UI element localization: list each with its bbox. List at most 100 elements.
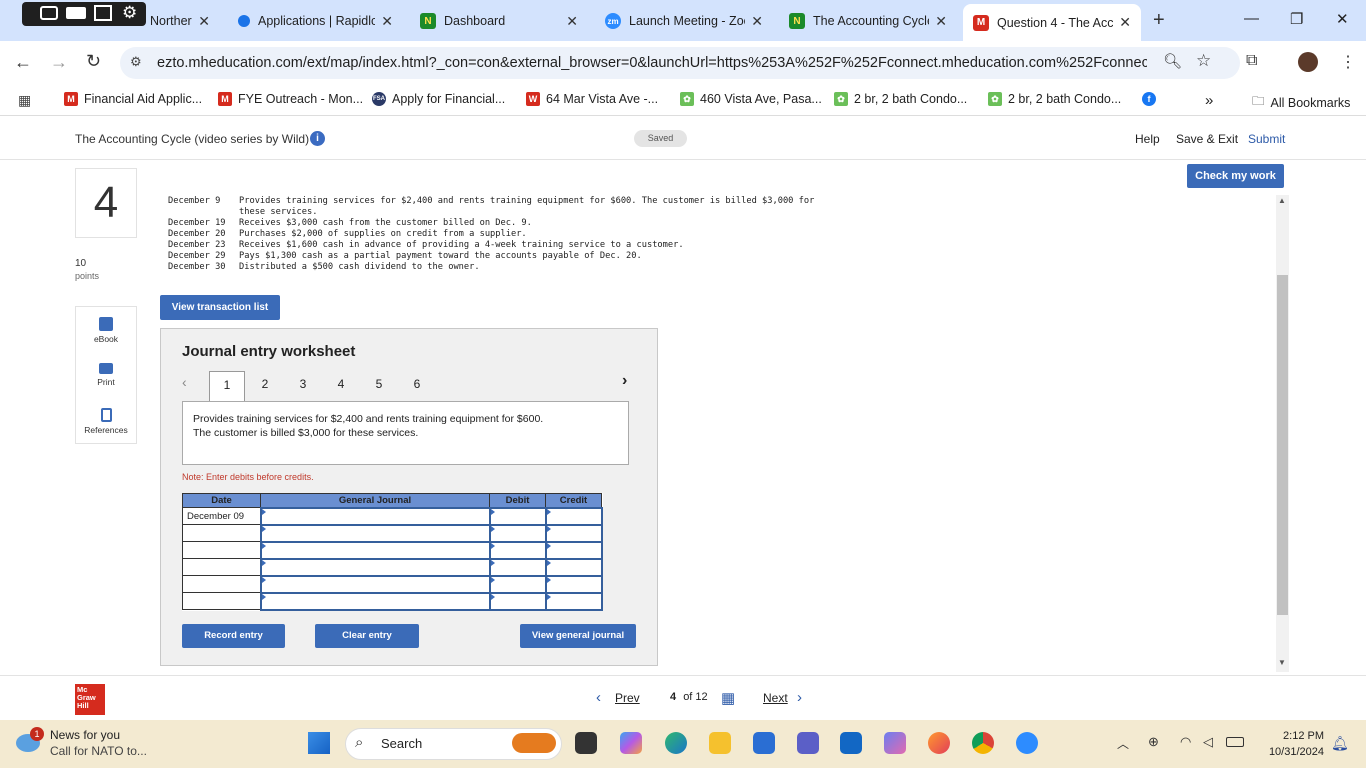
url-text[interactable]: ezto.mheducation.com/ext/map/index.html?… [157,55,1147,71]
camera-icon[interactable] [40,6,58,20]
volume-icon[interactable]: ◁ [1203,734,1213,750]
outlook-icon[interactable] [840,732,862,754]
bookmark-item[interactable]: FSA Apply for Financial... [372,92,505,106]
print-button[interactable]: Print [76,363,136,387]
worksheet-page-tab[interactable]: 5 [361,371,397,401]
news-title[interactable]: News for you [50,728,120,742]
debit-input[interactable] [488,557,547,577]
worksheet-page-tab[interactable]: 2 [247,371,283,401]
firefox-icon[interactable] [928,732,950,754]
help-link[interactable]: Help [1135,132,1160,146]
all-bookmarks[interactable]: 🗀︎ All Bookmarks [1252,92,1350,113]
chevron-left-icon[interactable]: ‹ [596,689,601,706]
close-icon[interactable]: ✕ [381,13,393,30]
account-input[interactable] [259,523,491,543]
scrollbar-thumb[interactable] [1277,275,1288,615]
site-info-icon[interactable]: ⚙ [130,54,142,70]
check-my-work-button[interactable]: Check my work [1187,164,1284,188]
gear-icon[interactable]: ⚙ [122,3,137,23]
bookmark-item[interactable]: W 64 Mar Vista Ave -... [526,92,658,106]
date-cell[interactable] [182,524,261,542]
account-input[interactable] [259,557,491,577]
references-button[interactable]: References [76,408,136,435]
close-window-button[interactable]: ✕ [1336,10,1349,28]
minimize-button[interactable]: — [1244,10,1259,27]
network-icon[interactable]: ⊕ [1148,734,1159,750]
worksheet-page-tab[interactable]: 6 [399,371,435,401]
tab-applications[interactable]: Applications | Rapidlc ✕ [228,7,403,35]
forward-icon[interactable]: → [50,52,68,73]
taskbar-clock[interactable]: 2:12 PM 10/31/2024 [1250,728,1324,760]
prev-link[interactable]: Prev [615,691,640,705]
tab-accounting-cycle[interactable]: N The Accounting Cycle ✕ [779,7,957,35]
close-icon[interactable]: ✕ [935,13,947,30]
chevron-left-icon[interactable]: ‹ [182,374,187,390]
chevron-up-icon[interactable]: ︿ [1117,735,1129,752]
account-input[interactable] [259,574,491,594]
clear-entry-button[interactable]: Clear entry [315,624,419,648]
submit-link[interactable]: Submit [1248,132,1285,146]
worksheet-page-tab[interactable]: 1 [209,371,245,402]
bookmark-item[interactable]: ✿ 2 br, 2 bath Condo... [988,92,1121,106]
scroll-up-icon[interactable]: ▲ [1278,196,1286,205]
date-cell[interactable]: December 09 [182,507,261,525]
store-icon[interactable] [753,732,775,754]
back-icon[interactable]: ← [14,52,32,73]
star-icon[interactable]: ☆ [1196,51,1211,71]
new-tab-button[interactable]: + [1153,9,1165,32]
debit-input[interactable] [488,506,547,526]
credit-input[interactable] [544,506,603,526]
account-input[interactable] [259,540,491,560]
grid-icon[interactable]: ▦ [721,689,735,707]
zoom-icon[interactable]: 🔍︎ [1163,52,1182,70]
date-cell[interactable] [182,575,261,593]
file-explorer-icon[interactable] [709,732,731,754]
info-icon[interactable]: i [310,131,325,146]
worksheet-page-tab[interactable]: 3 [285,371,321,401]
chrome-icon[interactable] [972,732,994,754]
more-bookmarks-button[interactable]: » [1205,92,1213,109]
close-icon[interactable]: ✕ [751,13,763,30]
account-input[interactable] [259,591,491,611]
view-general-journal-button[interactable]: View general journal [520,624,636,648]
save-exit-link[interactable]: Save & Exit [1176,132,1238,146]
date-cell[interactable] [182,592,261,610]
bookmark-item[interactable]: M FYE Outreach - Mon... [218,92,363,106]
scroll-down-icon[interactable]: ▼ [1278,658,1286,667]
battery-icon[interactable] [1226,737,1244,747]
avatar[interactable] [1298,52,1318,72]
credit-input[interactable] [544,540,603,560]
chevron-right-icon[interactable]: › [622,372,627,390]
view-transaction-list-button[interactable]: View transaction list [160,295,280,320]
task-view-icon[interactable] [575,732,597,754]
debit-input[interactable] [488,574,547,594]
tab-northern[interactable]: Norther ✕ [140,7,220,35]
teams-icon[interactable] [797,732,819,754]
credit-input[interactable] [544,523,603,543]
reload-icon[interactable]: ↻ [86,51,101,72]
menu-icon[interactable]: ⋮ [1340,52,1356,72]
facebook-icon[interactable]: f [1142,92,1162,106]
bookmark-item[interactable]: ✿ 2 br, 2 bath Condo... [834,92,967,106]
worksheet-page-tab[interactable]: 4 [323,371,359,401]
close-icon[interactable]: ✕ [198,13,210,30]
copilot-app-icon[interactable] [884,732,906,754]
date-cell[interactable] [182,558,261,576]
notification-bell-icon[interactable]: 🔔︎ [1331,735,1349,752]
extensions-icon[interactable]: ⧉ [1246,52,1257,70]
tab-question-4[interactable]: M Question 4 - The Acc ✕ [963,4,1141,41]
credit-input[interactable] [544,557,603,577]
bookmark-item[interactable]: M Financial Aid Applic... [64,92,202,106]
tab-dashboard[interactable]: N Dashboard ✕ [410,7,588,35]
credit-input[interactable] [544,591,603,611]
chevron-right-icon[interactable]: › [797,689,802,706]
debit-input[interactable] [488,523,547,543]
bookmark-item[interactable]: ✿ 460 Vista Ave, Pasa... [680,92,822,106]
record-entry-button[interactable]: Record entry [182,624,285,648]
video-icon[interactable] [66,7,86,19]
edge-icon[interactable] [665,732,687,754]
news-subtitle[interactable]: Call for NATO to... [50,744,147,758]
tab-zoom[interactable]: zm Launch Meeting - Zoo ✕ [595,7,773,35]
account-input[interactable] [259,506,491,526]
close-icon[interactable]: ✕ [566,13,578,30]
